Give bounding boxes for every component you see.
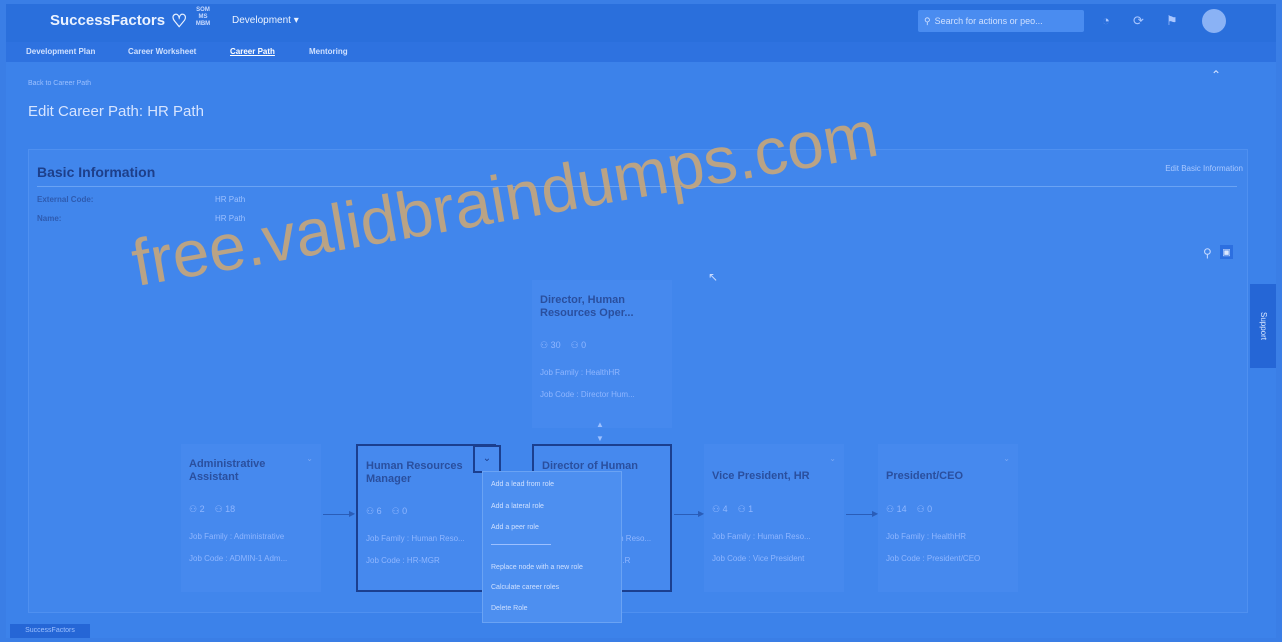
external-code-label: External Code: — [37, 195, 94, 204]
more-icon[interactable]: ⌄ — [829, 454, 836, 463]
external-code-value: HR Path — [215, 195, 246, 204]
connector-line — [323, 514, 351, 515]
brand-name: SuccessFactors — [50, 12, 166, 29]
role-card-director-operations[interactable]: Director, Human Resources Oper... ⚇ 30 ⚇… — [532, 280, 672, 428]
role-title: Administrative Assistant — [189, 458, 266, 483]
incumbents-count: ⚇ 4 — [712, 504, 728, 514]
arrow-right-icon: ▶ — [349, 509, 356, 518]
job-code: Job Code : ADMIN-1 Adm... — [189, 554, 288, 563]
job-code: Job Code : Director Hum... — [540, 390, 635, 399]
job-code: ...R — [618, 556, 631, 565]
job-family: Job Family : Human Reso... — [366, 534, 465, 543]
tab-mentoring[interactable]: Mentoring — [309, 47, 348, 56]
successors-count: ⚇ 0 — [570, 340, 587, 350]
person-icon: ⚇ — [214, 504, 226, 514]
person-icon: ⚇ — [737, 504, 749, 514]
back-link[interactable]: Back to Career Path — [28, 80, 91, 87]
incumbents-count: ⚇ 14 — [886, 504, 907, 514]
person-icon: ⚇ — [570, 340, 582, 350]
notification-icon[interactable]: ◔ — [1102, 13, 1110, 28]
role-title: Vice President, HR — [712, 470, 810, 482]
menu-item-add-peer-role[interactable]: Add a peer role — [491, 524, 539, 531]
successors-count: ⚇ 0 — [916, 504, 933, 514]
person-icon: ⚇ — [366, 506, 377, 516]
avatar[interactable] — [1202, 9, 1226, 33]
person-icon: ⚇ — [391, 506, 403, 516]
section-title: Basic Information — [37, 164, 156, 180]
job-family: Job Family : Human Reso... — [712, 532, 811, 541]
successors-count: ⚇ 0 — [391, 506, 408, 516]
search-icon: ⚲ — [924, 15, 931, 26]
person-icon: ⚇ — [189, 504, 200, 514]
job-code: Job Code : Vice President — [712, 554, 805, 563]
arrow-up-icon: ▲ — [596, 420, 604, 429]
module-switcher[interactable]: Development ▾ — [232, 15, 299, 26]
menu-item-delete-role[interactable]: Delete Role — [491, 605, 528, 612]
menu-item-calculate-career-roles[interactable]: Calculate career roles — [491, 584, 559, 591]
role-card-president-ceo[interactable]: ⌄ President/CEO ⚇ 14 ⚇ 0 Job Family : He… — [878, 444, 1018, 592]
person-icon: ⚇ — [540, 340, 551, 350]
role-context-menu: Add a lead from role Add a lateral role … — [482, 471, 622, 623]
connector-line — [846, 514, 874, 515]
brand-logo[interactable]: SuccessFactors ♡ — [50, 10, 188, 31]
top-bar: SuccessFactors ♡ SOM MS MBM Development … — [6, 4, 1276, 42]
status-chip: SuccessFactors — [10, 624, 90, 638]
role-metrics: ⚇ 4 ⚇ 1 — [712, 504, 753, 515]
help-icon[interactable]: ⚑ — [1166, 13, 1178, 29]
person-icon: ⚇ — [712, 504, 723, 514]
fit-to-screen-icon[interactable]: ▣ — [1220, 245, 1233, 259]
arrow-down-icon: ▼ — [596, 434, 604, 443]
heart-icon: ♡ — [171, 10, 188, 31]
role-card-vice-president-hr[interactable]: ⌄ Vice President, HR ⚇ 4 ⚇ 1 Job Family … — [704, 444, 844, 592]
sub-navigation: Development Plan Career Worksheet Career… — [6, 42, 1276, 62]
menu-divider — [491, 544, 551, 545]
incumbents-count: ⚇ 6 — [366, 506, 382, 516]
role-actions-button[interactable]: ⌄ — [473, 445, 501, 473]
job-family: Job Family : Administrative — [189, 532, 285, 541]
menu-item-add-lead-role[interactable]: Add a lead from role — [491, 481, 554, 488]
page-title: Edit Career Path: HR Path — [28, 103, 204, 120]
chevron-up-icon[interactable]: ⌃ — [1211, 68, 1221, 82]
connector-line — [674, 514, 700, 515]
incumbents-count: ⚇ 2 — [189, 504, 205, 514]
role-title: Director, Human Resources Oper... — [540, 294, 634, 319]
tab-career-worksheet[interactable]: Career Worksheet — [128, 47, 196, 56]
successors-count: ⚇ 18 — [214, 504, 236, 514]
app-shell: SuccessFactors ♡ SOM MS MBM Development … — [6, 4, 1276, 638]
menu-item-replace-node[interactable]: Replace node with a new role — [491, 564, 583, 571]
job-family: Job Family : HealthHR — [886, 532, 967, 541]
search-placeholder: Search for actions or peo... — [934, 16, 1043, 26]
tab-development-plan[interactable]: Development Plan — [26, 47, 95, 56]
company-logo: SOM MS MBM — [195, 7, 211, 27]
job-code: Job Code : HR-MGR — [366, 556, 440, 565]
successors-count: ⚇ 1 — [737, 504, 754, 514]
bell-icon[interactable]: ⟳ — [1133, 13, 1144, 29]
edit-basic-information-link[interactable]: Edit Basic Information — [1165, 164, 1243, 173]
name-label: Name: — [37, 214, 62, 223]
role-metrics: ⚇ 14 ⚇ 0 — [886, 504, 932, 515]
mouse-cursor-icon: ↖ — [708, 270, 719, 284]
role-metrics: ⚇ 2 ⚇ 18 — [189, 504, 235, 515]
menu-item-add-lateral-role[interactable]: Add a lateral role — [491, 503, 544, 510]
role-metrics: ⚇ 6 ⚇ 0 — [366, 506, 407, 517]
person-icon: ⚇ — [886, 504, 897, 514]
role-title: President/CEO — [886, 470, 964, 482]
tab-career-path[interactable]: Career Path — [230, 47, 275, 56]
role-card-administrative-assistant[interactable]: ⌄ Administrative Assistant ⚇ 2 ⚇ 18 Job … — [181, 444, 321, 592]
incumbents-count: ⚇ 30 — [540, 340, 561, 350]
person-icon: ⚇ — [916, 504, 928, 514]
support-tab[interactable]: Support — [1250, 284, 1276, 368]
search-input[interactable]: ⚲ Search for actions or peo... — [918, 10, 1084, 32]
role-title: Human Resources Manager — [366, 460, 463, 485]
role-metrics: ⚇ 30 ⚇ 0 — [540, 340, 586, 351]
job-family: Job Family : HealthHR — [540, 368, 621, 377]
more-icon[interactable]: ⌄ — [1003, 454, 1010, 463]
zoom-icon[interactable]: ⚲ — [1203, 246, 1212, 260]
job-code: Job Code : President/CEO — [886, 554, 981, 563]
